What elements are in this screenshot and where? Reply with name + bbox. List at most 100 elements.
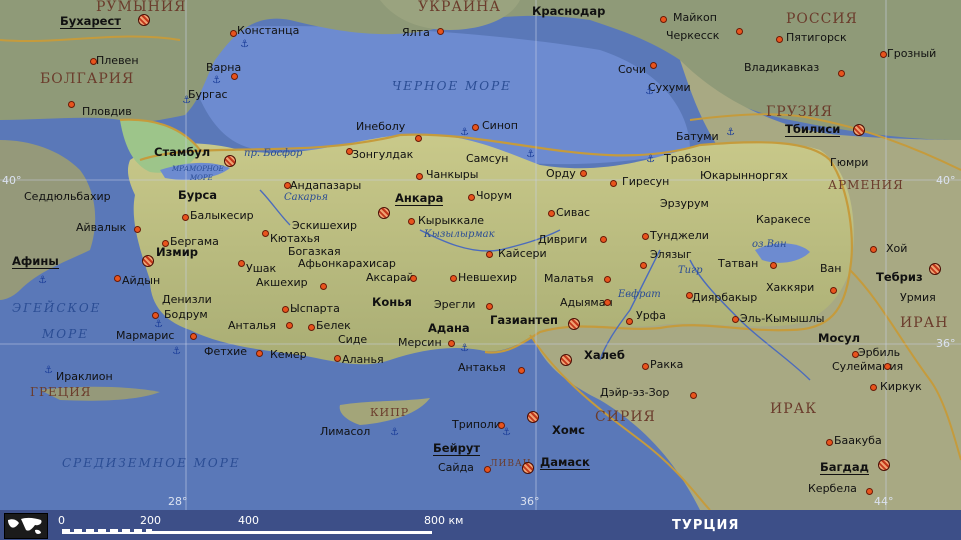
city-dot — [256, 350, 263, 357]
anchor-icon: ⚓ — [502, 427, 511, 438]
city-karakese: Каракесе — [756, 213, 811, 226]
city-dot — [776, 36, 783, 43]
city-marker — [224, 155, 236, 167]
degree-n40-left: 40° — [2, 174, 22, 187]
city-akshehir: Акшехир — [256, 276, 308, 289]
lake-van-label: оз.Ван — [752, 239, 787, 250]
city-hoy: Хой — [886, 242, 908, 255]
city-chorum: Чорум — [476, 189, 513, 202]
country-russia: РОССИЯ — [786, 11, 858, 27]
city-afyonkarahisar: Афьонкарахисар — [298, 257, 396, 270]
city-izmir: Измир — [156, 245, 198, 259]
city-van: Ван — [820, 262, 842, 275]
city-malatya: Малатья — [544, 272, 594, 285]
city-marker — [929, 263, 941, 275]
city-dot — [486, 251, 493, 258]
sea-marmara-1: МРАМОРНОЕ — [172, 165, 224, 173]
scale-tick-400: 400 — [238, 514, 259, 527]
city-dot — [604, 299, 611, 306]
city-dot — [770, 262, 777, 269]
country-georgia: ГРУЗИЯ — [766, 104, 834, 120]
river-tigr-label: Тигр — [678, 265, 703, 276]
scale-tick-200: 200 — [140, 514, 161, 527]
city-marker — [568, 318, 580, 330]
city-divrigi: Дивриги — [538, 233, 588, 246]
city-dot — [732, 316, 739, 323]
city-marmaris: Мармарис — [116, 329, 175, 342]
sea-aegean-1: ЭГЕЙСКОЕ — [12, 301, 102, 315]
city-cherkessk: Черкесск — [666, 29, 720, 42]
city-diyarbakyr: Диярбакыр — [692, 291, 758, 304]
anchor-icon: ⚓ — [460, 127, 469, 138]
strait-bosphorus: пр. Босфор — [244, 148, 303, 159]
anchor-icon: ⚓ — [240, 39, 249, 50]
city-tundzheli: Тунджели — [650, 229, 709, 242]
river-kyzylyrmak-label: Кызылырмак — [424, 229, 495, 240]
capital-damascus: Дамаск — [540, 455, 590, 470]
city-dot — [686, 292, 693, 299]
city-dot — [282, 306, 289, 313]
city-bodrum: Бодрум — [164, 308, 208, 321]
city-erbil: Эрбиль — [858, 346, 901, 359]
country-bulgaria: БОЛГАРИЯ — [40, 71, 135, 87]
city-krasnodar: Краснодар — [532, 4, 606, 18]
anchor-icon: ⚓ — [526, 149, 535, 160]
city-dot — [626, 318, 633, 325]
city-eregli: Эрегли — [434, 298, 476, 311]
city-kirkuk: Киркук — [880, 380, 922, 393]
city-plovdiv: Пловдив — [82, 105, 132, 118]
capital-tbilisi: Тбилиси — [785, 122, 841, 137]
city-dot — [152, 312, 159, 319]
city-samsun: Самсун — [466, 152, 509, 165]
city-dot — [838, 70, 845, 77]
city-aksaray: Аксарай — [366, 271, 414, 284]
city-dot — [884, 363, 891, 370]
city-adapazary: Андапазары — [290, 179, 362, 192]
city-elyazyg: Элязыг — [650, 248, 692, 261]
scale-bar-ticks — [62, 529, 152, 532]
city-istanbul: Стамбул — [154, 145, 211, 159]
city-dot — [284, 182, 291, 189]
city-dot — [870, 246, 877, 253]
city-dot — [468, 194, 475, 201]
city-konya: Конья — [372, 295, 412, 309]
city-constanta: Констанца — [237, 24, 300, 37]
city-dot — [450, 275, 457, 282]
city-gyumri: Гюмри — [830, 156, 869, 169]
city-kyrykkale: Кырыккале — [418, 214, 484, 227]
city-tripoli: Триполи — [452, 418, 501, 431]
sea-mediterranean: СРЕДИЗЕМНОЕ МОРЕ — [62, 456, 241, 470]
city-dot — [642, 363, 649, 370]
city-dot — [548, 210, 555, 217]
city-sinop: Синоп — [482, 119, 518, 132]
city-dot — [320, 283, 327, 290]
country-greece: ГРЕЦИЯ — [30, 385, 92, 399]
city-kayseri: Кайсери — [498, 247, 547, 260]
city-iraklion: Ираклион — [56, 370, 113, 383]
city-urmiya: Урмия — [900, 291, 936, 304]
city-mersin: Мерсин — [398, 336, 442, 349]
city-limassol: Лимасол — [320, 425, 371, 438]
city-dot — [736, 28, 743, 35]
city-sochi: Сочи — [618, 63, 647, 76]
city-antalya: Анталья — [228, 319, 276, 332]
city-deir: Дэйр-эз-Зор — [600, 386, 670, 399]
city-chankiry: Чанкыры — [426, 168, 479, 181]
city-kerbela: Кербела — [808, 482, 857, 495]
city-dot — [610, 180, 617, 187]
city-marker — [527, 411, 539, 423]
city-varna: Варна — [206, 61, 242, 74]
anchor-icon: ⚓ — [726, 127, 735, 138]
city-dot — [660, 16, 667, 23]
city-dot — [650, 62, 657, 69]
capital-bucharest: Бухарест — [60, 14, 121, 29]
map-canvas: РУМЫНИЯ УКРАИНА РОССИЯ БОЛГАРИЯ ГРУЗИЯ А… — [0, 0, 961, 540]
city-pyatigorsk: Пятигорск — [786, 31, 847, 44]
capital-baghdad: Багдад — [820, 460, 869, 475]
city-dot — [640, 262, 647, 269]
city-marker — [560, 354, 572, 366]
capital-athens: Афины — [12, 254, 59, 269]
country-romania: РУМЫНИЯ — [96, 0, 187, 15]
city-fetkie: Фетхие — [204, 345, 248, 358]
country-armenia: АРМЕНИЯ — [828, 178, 904, 192]
